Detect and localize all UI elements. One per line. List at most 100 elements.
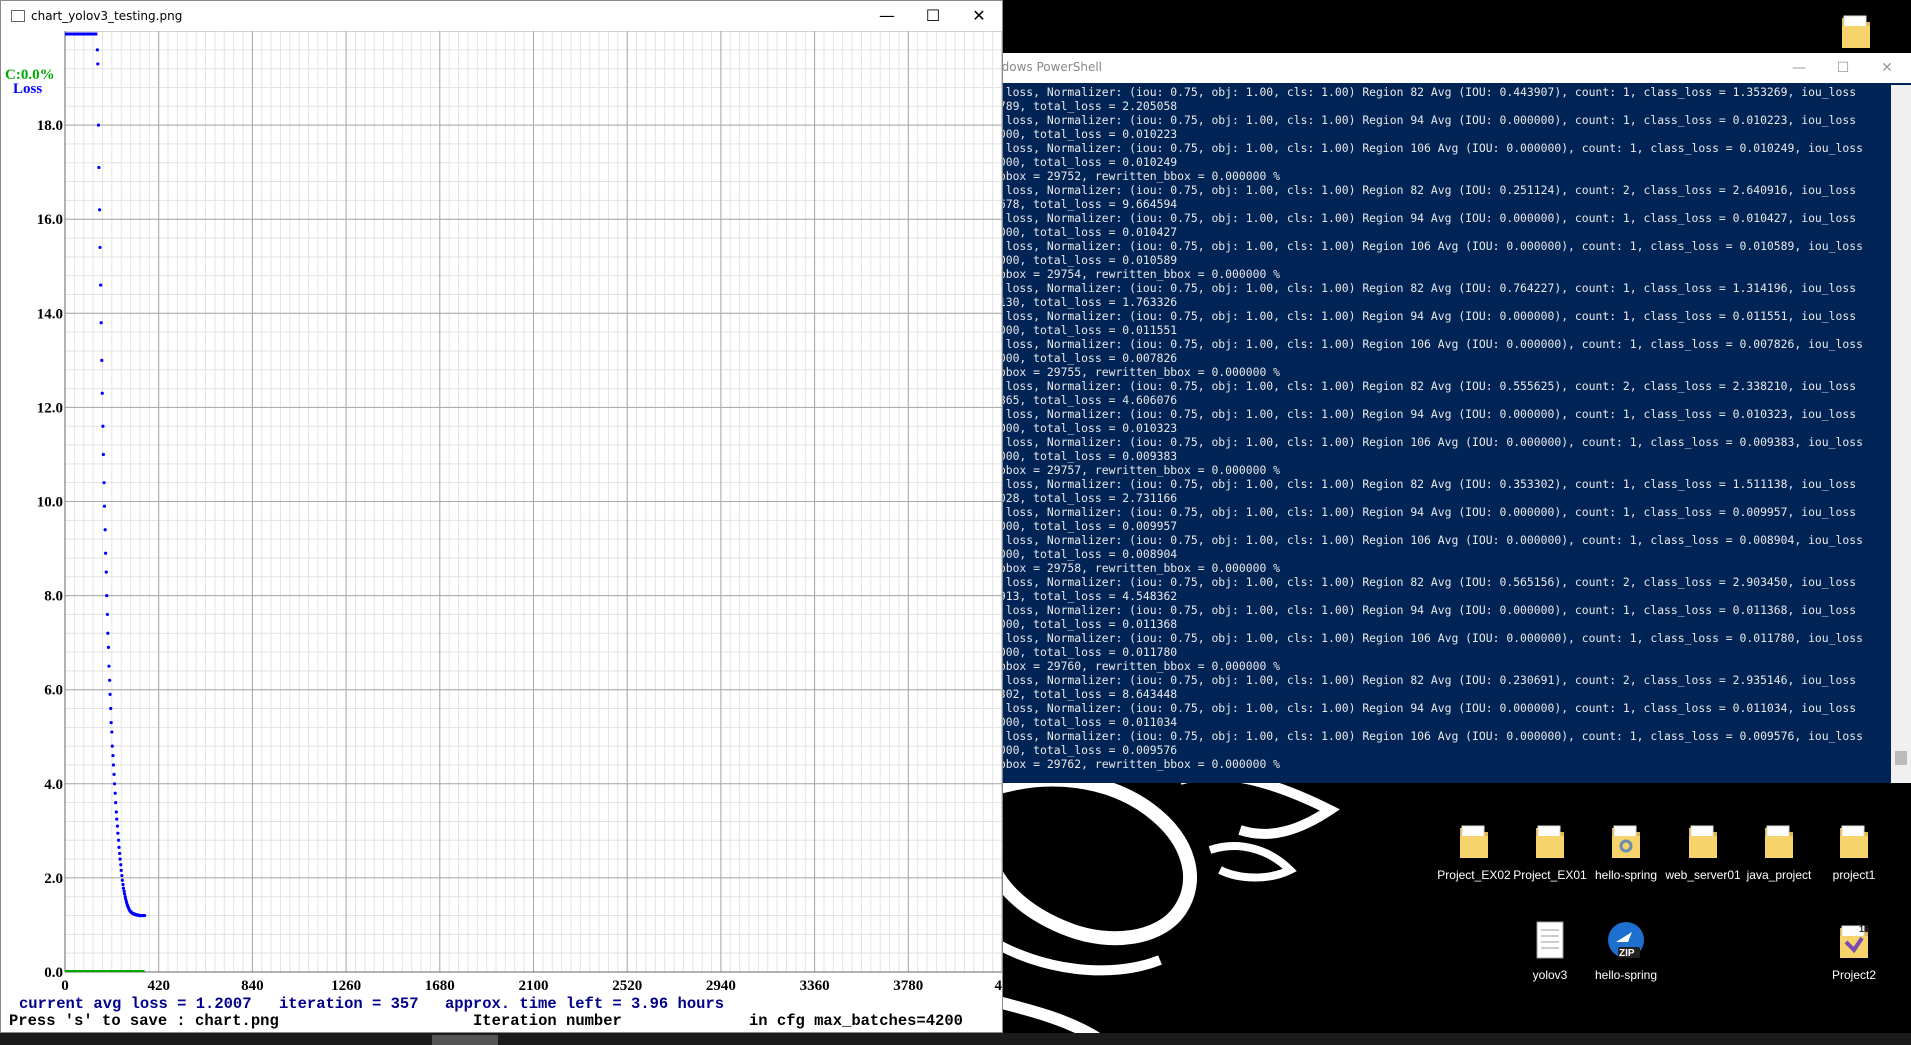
x-tick-label: 0: [61, 978, 69, 994]
loss-point: [115, 817, 119, 821]
desktop-shortcut[interactable]: web_server01: [1664, 820, 1742, 882]
console-line: 0000, total_loss = 0.009576: [992, 743, 1178, 757]
console-line: e loss, Normalizer: (iou: 0.75, obj: 1.0…: [992, 603, 1857, 617]
loss-point: [105, 594, 109, 598]
scrollbar-thumb[interactable]: [1895, 751, 1907, 765]
console-line: e loss, Normalizer: (iou: 0.75, obj: 1.0…: [992, 141, 1863, 155]
loss-point: [118, 857, 122, 861]
minimize-button[interactable]: —: [864, 4, 910, 28]
loss-point: [106, 645, 111, 649]
x-tick-label: 1680: [425, 978, 455, 994]
console-line: e loss, Normalizer: (iou: 0.75, obj: 1.0…: [992, 239, 1863, 253]
console-line: e loss, Normalizer: (iou: 0.75, obj: 1.0…: [992, 701, 1857, 715]
desktop-shortcut[interactable]: 16 Project2: [1815, 920, 1893, 982]
loss-point: [120, 878, 124, 882]
console-line: e loss, Normalizer: (iou: 0.75, obj: 1.0…: [992, 729, 1863, 743]
desktop-shortcut[interactable]: hello-spring: [1587, 820, 1665, 882]
loss-point: [101, 424, 105, 428]
console-line: e loss, Normalizer: (iou: 0.75, obj: 1.0…: [992, 309, 1857, 323]
loss-point: [114, 801, 118, 805]
console-line: e loss, Normalizer: (iou: 0.75, obj: 1.0…: [992, 113, 1857, 127]
chart-titlebar[interactable]: chart_yolov3_testing.png — ☐ ✕: [1, 1, 1002, 31]
desktop-shortcut[interactable]: yolov3: [1511, 920, 1589, 982]
y-tick-label: 6.0: [44, 683, 63, 699]
maximize-button[interactable]: ☐: [1823, 56, 1863, 80]
x-tick-label: 420: [147, 978, 170, 994]
close-button[interactable]: ✕: [1867, 56, 1907, 80]
console-line: 0000, total_loss = 0.010427: [992, 225, 1178, 239]
folder-icon: [1536, 825, 1564, 858]
console-line: _bbox = 29760, rewritten_bbox = 0.000000…: [992, 659, 1281, 673]
vs-version-badge: 16: [1859, 924, 1870, 934]
powershell-titlebar[interactable]: ndows PowerShell — ☐ ✕: [990, 53, 1911, 83]
console-line: _bbox = 29762, rewritten_bbox = 0.000000…: [992, 757, 1281, 771]
loss-point: [122, 889, 126, 893]
powershell-title: ndows PowerShell: [994, 60, 1102, 74]
console-line: e loss, Normalizer: (iou: 0.75, obj: 1.0…: [992, 211, 1857, 225]
time-left-text: approx. time left = 3.96 hours: [445, 995, 725, 1013]
desktop-shortcut-label: hello-spring: [1594, 968, 1658, 982]
desktop-shortcut[interactable]: java_project: [1740, 820, 1818, 882]
text-file-icon: [1536, 921, 1564, 959]
chart-window[interactable]: chart_yolov3_testing.png — ☐ ✕ 0.0 2.0 4.0…: [0, 0, 1003, 1033]
desktop-shortcut[interactable]: ZIP hello-spring: [1587, 920, 1665, 982]
folder-icon: [1840, 825, 1868, 858]
desktop-shortcut-label: java_project: [1746, 868, 1812, 882]
loss-point: [122, 892, 127, 896]
console-line: e loss, Normalizer: (iou: 0.75, obj: 1.0…: [992, 379, 1857, 393]
loss-point: [96, 123, 101, 127]
console-line: e loss, Normalizer: (iou: 0.75, obj: 1.0…: [992, 281, 1857, 295]
console-line: _bbox = 29755, rewritten_bbox = 0.000000…: [992, 365, 1281, 379]
taskbar[interactable]: [0, 1033, 1911, 1045]
y-tick-label: 18.0: [37, 118, 63, 134]
folder-icon: [1689, 825, 1717, 858]
console-line: e loss, Normalizer: (iou: 0.75, obj: 1.0…: [992, 477, 1857, 491]
loss-point: [98, 245, 102, 250]
loss-point: [105, 612, 109, 617]
loss-point: [116, 831, 120, 835]
loss-point: [104, 570, 108, 574]
powershell-output[interactable]: e loss, Normalizer: (iou: 0.75, obj: 1.0…: [992, 85, 1887, 779]
loss-point: [110, 744, 114, 748]
desktop-shortcut[interactable]: Project_EX02: [1435, 820, 1513, 882]
console-line: e loss, Normalizer: (iou: 0.75, obj: 1.0…: [992, 631, 1863, 645]
loss-point: [108, 678, 112, 682]
desktop-shortcut-label: web_server01: [1665, 868, 1741, 882]
powershell-window[interactable]: ndows PowerShell — ☐ ✕ e loss, Normalize…: [990, 53, 1911, 783]
console-line: e loss, Normalizer: (iou: 0.75, obj: 1.0…: [992, 575, 1857, 589]
y-tick-label: 8.0: [44, 589, 63, 605]
desktop-shortcut[interactable]: project1: [1815, 820, 1893, 882]
loss-point: [115, 824, 120, 828]
x-tick-label: 3360: [800, 978, 830, 994]
console-line: 3678, total_loss = 9.664594: [992, 197, 1178, 211]
loss-point: [103, 528, 107, 532]
loss-point: [121, 882, 125, 887]
powershell-scrollbar[interactable]: [1891, 85, 1911, 783]
save-hint-text: Press 's' to save : chart.png: [9, 1012, 279, 1030]
console-line: 0000, total_loss = 0.007826: [992, 351, 1178, 365]
taskbar-item[interactable]: [432, 1035, 498, 1045]
y-tick-label: 4.0: [44, 777, 63, 793]
loss-point: [99, 321, 103, 325]
y-tick-label: 10.0: [37, 495, 63, 511]
console-line: e loss, Normalizer: (iou: 0.75, obj: 1.0…: [992, 407, 1857, 421]
loss-point: [102, 504, 107, 508]
minimize-button[interactable]: —: [1779, 56, 1819, 80]
console-line: e loss, Normalizer: (iou: 0.75, obj: 1.0…: [992, 435, 1863, 449]
desktop-shortcut[interactable]: Project_EX01: [1511, 820, 1589, 882]
loss-point: [112, 772, 116, 776]
folder-icon: [1765, 825, 1793, 858]
x-tick-label: 3780: [893, 978, 923, 994]
console-line: 0000, total_loss = 0.011551: [992, 323, 1178, 337]
folder-icon[interactable]: [1838, 10, 1874, 52]
loss-point: [116, 838, 121, 842]
maximize-button[interactable]: ☐: [910, 4, 956, 28]
loss-point: [111, 763, 116, 767]
console-line: _bbox = 29754, rewritten_bbox = 0.000000…: [992, 267, 1281, 281]
close-button[interactable]: ✕: [956, 4, 1002, 28]
console-line: 7865, total_loss = 4.606076: [992, 393, 1178, 407]
console-line: 0000, total_loss = 0.009957: [992, 519, 1178, 533]
y-tick-label: 14.0: [37, 306, 63, 322]
y-tick-label: 0.0: [44, 965, 63, 981]
loss-point: [143, 913, 147, 918]
